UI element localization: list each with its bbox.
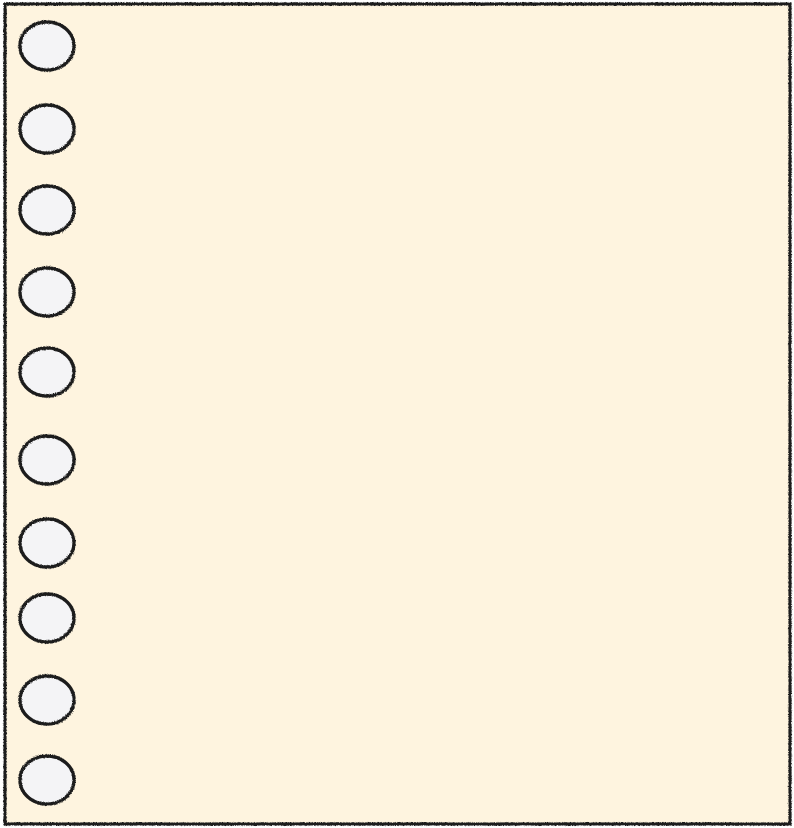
paper-sheet <box>3 2 792 826</box>
binder-hole-icon <box>18 674 76 726</box>
binder-hole-icon <box>18 266 76 318</box>
notebook-paper <box>3 2 792 826</box>
binder-hole-icon <box>18 346 76 398</box>
binder-hole-icon <box>18 103 76 155</box>
binder-hole-icon <box>18 434 76 486</box>
binder-hole-icon <box>18 20 76 72</box>
notebook-page-canvas <box>0 0 794 828</box>
binder-hole-icon <box>18 754 76 806</box>
binder-hole-icon <box>18 517 76 569</box>
binder-hole-icon <box>18 592 76 644</box>
binder-hole-icon <box>18 184 76 236</box>
